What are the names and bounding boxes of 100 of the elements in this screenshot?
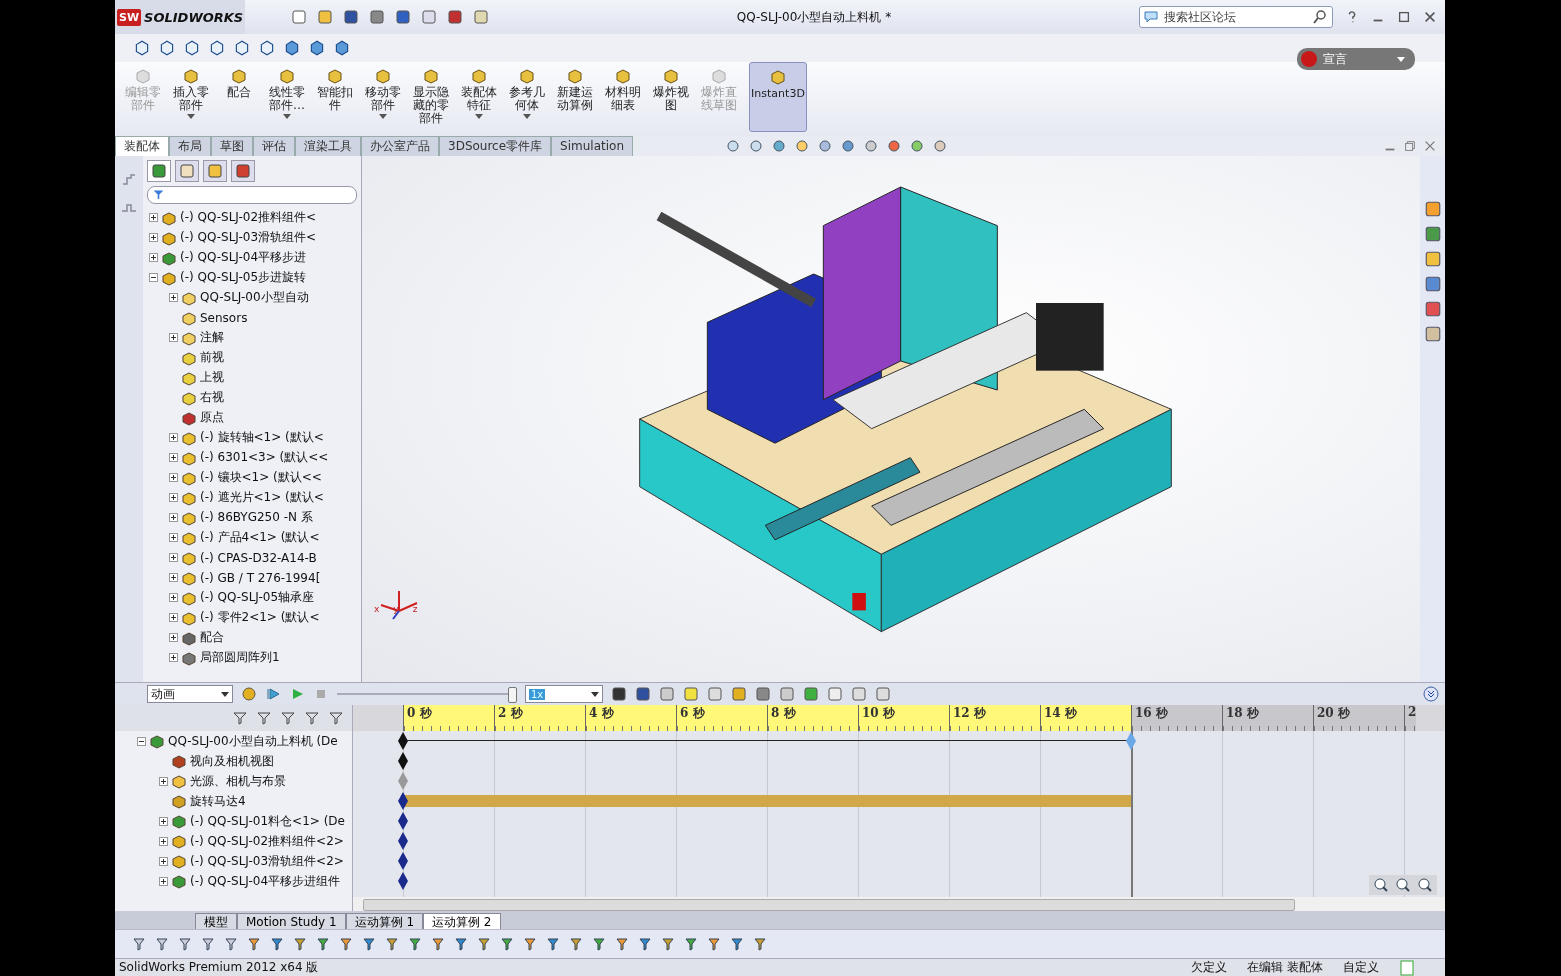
ribbon-button[interactable]: 参考几何体 (503, 61, 551, 132)
tree-item[interactable]: (-) 86BYG250 -N 系 (200, 509, 313, 526)
expand-toggle[interactable] (169, 493, 178, 502)
ribbon-tab[interactable]: Simulation (551, 135, 633, 156)
tree-item[interactable]: (-) QQ-SLJ-05轴承座 (200, 589, 315, 606)
selection-filter-icon[interactable] (568, 936, 584, 953)
selection-filter-icon[interactable] (522, 936, 538, 953)
selection-filter-icon[interactable] (200, 936, 216, 953)
selection-filter-icon[interactable] (637, 936, 653, 953)
tree-item[interactable]: 配合 (200, 629, 224, 646)
key-point-icon[interactable] (397, 871, 409, 892)
key-point-icon[interactable] (397, 791, 409, 812)
tree-item[interactable]: (-) QQ-SLJ-04平移步进 (180, 249, 307, 266)
selection-filter-icon[interactable] (338, 936, 354, 953)
ribbon-button[interactable]: 移动零部件 (359, 61, 407, 132)
expand-toggle[interactable] (149, 233, 158, 242)
expand-toggle[interactable] (159, 776, 168, 786)
selection-filter-icon[interactable] (131, 936, 147, 953)
view-tool-icon[interactable] (748, 137, 764, 154)
selection-filter-icon[interactable] (315, 936, 331, 953)
ribbon-tab[interactable]: 渲染工具 (295, 135, 361, 156)
tree-item[interactable]: (-) 镶块<1> (默认<< (200, 469, 322, 486)
view-tool-icon[interactable] (932, 137, 948, 154)
expand-toggle[interactable] (159, 876, 168, 886)
view-tool-icon[interactable] (817, 137, 833, 154)
expand-toggle[interactable] (149, 213, 158, 222)
tree-item[interactable]: 光源、相机与布景 (190, 772, 286, 790)
selection-filter-icon[interactable] (177, 936, 193, 953)
selection-filter-icon[interactable] (361, 936, 377, 953)
selection-filter-icon[interactable] (752, 936, 768, 953)
selection-filter-icon[interactable] (591, 936, 607, 953)
tree-item[interactable]: (-) QQ-SLJ-01料仓<1> (De (190, 812, 345, 830)
expand-toggle[interactable] (169, 293, 178, 302)
cube-icon[interactable] (208, 38, 226, 57)
toolbar-icon[interactable] (369, 9, 385, 25)
key-point-icon[interactable] (397, 851, 409, 872)
expand-toggle[interactable] (169, 513, 178, 522)
toolbar-icon[interactable] (635, 686, 651, 703)
filter-icon[interactable] (256, 710, 272, 727)
caret-icon[interactable] (221, 691, 229, 697)
panel-tab[interactable] (147, 159, 171, 182)
filter-icon[interactable] (280, 710, 296, 727)
toolbar-icon[interactable] (755, 686, 771, 703)
tree-item[interactable]: 视向及相机视图 (190, 752, 274, 770)
ribbon-button[interactable]: Instant3D (749, 61, 807, 132)
ribbon-tab[interactable]: 装配体 (115, 135, 169, 156)
task-pane-icon[interactable] (1423, 199, 1442, 218)
ribbon-button[interactable]: 配合 (215, 61, 263, 132)
study-tab[interactable]: 运动算例 1 (345, 913, 424, 930)
ribbon-button[interactable]: 材料明细表 (599, 61, 647, 132)
expand-toggle[interactable] (169, 333, 178, 342)
selection-filter-icon[interactable] (683, 936, 699, 953)
cube-icon[interactable] (183, 38, 201, 57)
key-point-icon[interactable] (397, 811, 409, 832)
task-pane-icon[interactable] (1423, 224, 1442, 243)
panel-tab[interactable] (175, 159, 199, 182)
expand-toggle[interactable] (169, 633, 178, 642)
expand-toggle[interactable] (159, 836, 168, 846)
task-pane-icon[interactable] (1423, 324, 1442, 343)
expand-toggle[interactable] (149, 253, 158, 262)
study-tab[interactable]: Motion Study 1 (237, 913, 346, 930)
filter-icon[interactable] (304, 710, 320, 727)
filter-icon[interactable] (232, 710, 248, 727)
cube-icon[interactable] (333, 38, 351, 57)
cube-icon[interactable] (308, 38, 326, 57)
selection-filter-icon[interactable] (430, 936, 446, 953)
tree-item[interactable]: 上视 (200, 369, 224, 386)
selection-filter-icon[interactable] (706, 936, 722, 953)
ribbon-tab[interactable]: 布局 (169, 135, 211, 156)
study-type-dropdown[interactable]: 动画 (147, 685, 233, 704)
tree-item[interactable]: (-) QQ-SLJ-02推料组件< (180, 209, 317, 226)
view-tool-icon[interactable] (794, 137, 810, 154)
close-icon[interactable] (1423, 10, 1437, 24)
cube-icon[interactable] (158, 38, 176, 57)
ribbon-tab[interactable]: 3DSource零件库 (439, 135, 552, 156)
cube-icon[interactable] (133, 38, 151, 57)
task-pane-icon[interactable] (1423, 274, 1442, 293)
caret-icon[interactable] (591, 691, 599, 697)
caret-icon[interactable] (523, 113, 531, 119)
panel-tab[interactable] (203, 159, 227, 182)
tree-item[interactable]: (-) CPAS-D32-A14-B (200, 550, 317, 565)
ribbon-tab[interactable]: 评估 (253, 135, 295, 156)
app-logo[interactable]: SW (117, 8, 142, 26)
tree-item[interactable]: (-) 产品4<1> (默认< (200, 529, 320, 546)
tree-item[interactable]: (-) GB / T 276-1994[ (200, 570, 321, 585)
expand-toggle[interactable] (169, 453, 178, 462)
toolbar-icon[interactable] (447, 9, 463, 25)
expand-toggle[interactable] (159, 856, 168, 866)
expand-toggle[interactable] (169, 573, 178, 582)
key-point-icon[interactable] (397, 751, 409, 772)
selection-filter-icon[interactable] (453, 936, 469, 953)
toolbar-icon[interactable] (611, 686, 627, 703)
collapse-icon[interactable] (1423, 686, 1439, 703)
caret-icon[interactable] (379, 113, 387, 119)
expand-toggle[interactable] (169, 613, 178, 622)
caret-icon[interactable] (475, 113, 483, 119)
maximize-icon[interactable] (1397, 10, 1411, 24)
zoom-out-icon[interactable] (1417, 877, 1433, 894)
search-field[interactable]: 搜索社区论坛 (1139, 6, 1333, 28)
tree-item[interactable]: 前视 (200, 349, 224, 366)
